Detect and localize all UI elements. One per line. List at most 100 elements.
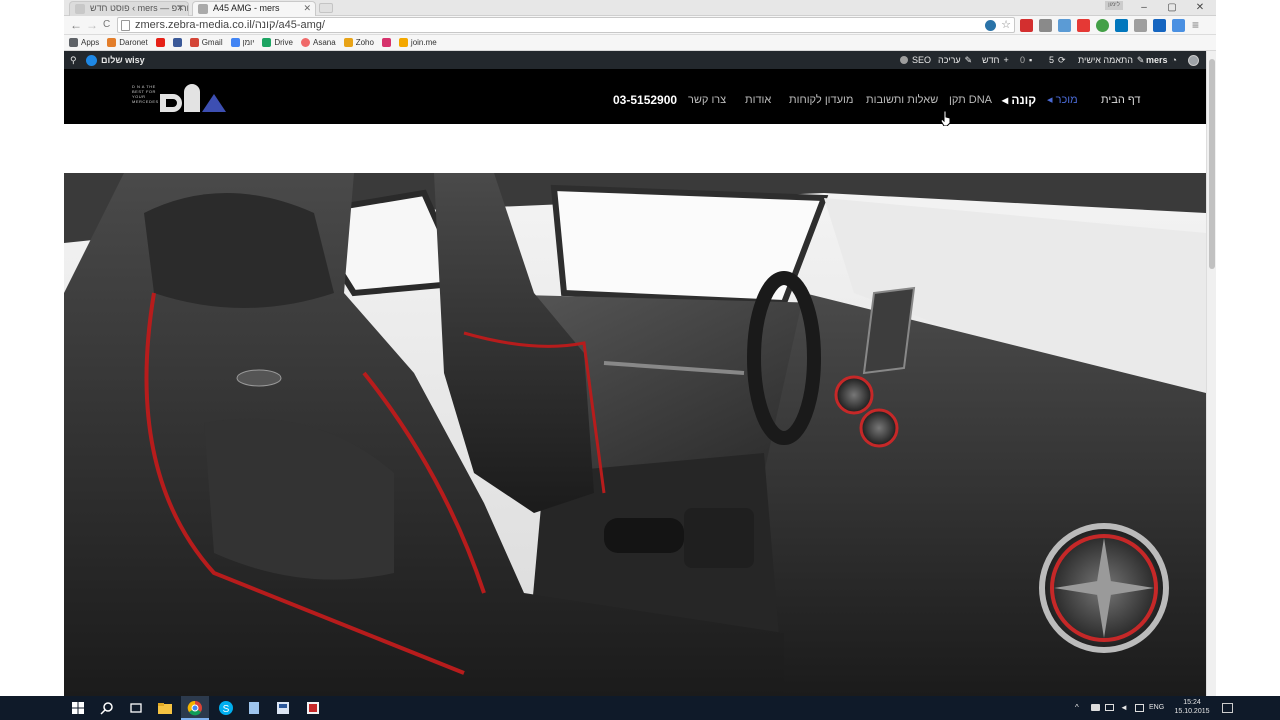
message-icon[interactable] [1135,704,1144,712]
bookmark-asana[interactable]: Asana [301,38,336,47]
svg-text:S: S [223,704,230,715]
plus-icon: + [1003,55,1009,65]
admin-search-icon[interactable]: ⚲ [70,51,77,69]
maximize-button[interactable]: ▢ [1158,0,1186,16]
browser-toolbar: ← → C zmers.zebra-media.co.il/קונה/a45-a… [64,16,1216,35]
chrome-icon [187,700,202,716]
notes-icon[interactable] [246,700,262,716]
admin-site-name[interactable]: mers ◔ [1146,51,1177,69]
wp-logo[interactable] [1188,51,1199,69]
volume-icon[interactable]: ◄ [1120,704,1128,712]
bookmark-youtube[interactable] [155,38,165,47]
language-indicator[interactable]: ENG [1149,704,1164,712]
minimize-button[interactable]: – [1130,0,1158,16]
app-icon[interactable] [275,700,291,716]
extension-icon[interactable] [1153,19,1166,32]
reload-button[interactable]: C [103,18,110,32]
wp-admin-bar: ⚲ שלום wisy SEO עריכה ✎ חדש + 0 ▪ 5 ⟳ התאמה … [64,51,1216,69]
nav-dna-kit[interactable]: תקן DNA [949,94,992,106]
seo-status-icon [900,56,908,64]
tab-a45-amg[interactable]: A45 AMG - mers ✕ [192,1,316,16]
drive-icon [262,38,272,47]
clock-date[interactable]: 15.10.2015 [1172,708,1212,716]
bookmark-daronet[interactable]: Daronet [107,38,148,47]
bookmark-joinme[interactable]: join.me [398,38,437,47]
admin-seo[interactable]: SEO [900,51,931,69]
clock-time[interactable]: 15:24 [1172,699,1212,707]
bookmark-icon [381,38,391,47]
wordpress-icon[interactable] [985,20,996,31]
nav-about[interactable]: אודות [745,94,771,106]
logo-letter-a [202,94,226,112]
url-text: zmers.zebra-media.co.il/קונה/a45-amg/ [135,19,325,31]
comment-icon: ▪ [1029,55,1033,65]
hand-cursor-icon [941,111,951,126]
bookmark-facebook[interactable] [172,38,182,47]
new-tab-button[interactable] [319,3,333,13]
nav-contact[interactable]: צרו קשר [688,94,726,106]
extension-icon[interactable] [1115,19,1128,32]
nav-phone[interactable]: 03-5152900 [613,94,677,106]
extension-icon[interactable] [1039,19,1052,32]
extension-icon[interactable] [1077,19,1090,32]
bookmark-apps[interactable]: Apps [69,38,99,47]
address-bar[interactable]: zmers.zebra-media.co.il/קונה/a45-amg/ ☆ [117,17,1015,33]
app-icon[interactable] [305,700,321,716]
extension-icon[interactable] [1134,19,1147,32]
nav-club[interactable]: מועדון לקוחות [789,94,853,106]
tab-strip: פוסט חדש ‹ mers — וורדפ ✕ A45 AMG - mers… [64,0,1216,16]
bookmark-star-icon[interactable]: ☆ [1001,18,1011,32]
wordpress-icon [1188,54,1199,66]
back-button[interactable]: ← [70,18,82,32]
extension-icon[interactable] [1058,19,1071,32]
battery-icon[interactable] [1105,704,1114,711]
bookmark-drive[interactable]: Drive [262,38,293,47]
admin-new[interactable]: חדש + [982,51,1009,69]
extension-icon[interactable] [1020,19,1033,32]
hero-image [64,173,1206,696]
bookmark-zoho[interactable]: Zoho [343,38,374,47]
tab-new-post[interactable]: פוסט חדש ‹ mers — וורדפ ✕ [69,1,189,16]
nav-faq[interactable]: שאלות ותשובות [866,94,938,106]
close-icon[interactable]: ✕ [303,2,311,15]
extension-icon[interactable] [1096,19,1109,32]
skype-icon[interactable]: S [218,700,234,716]
close-icon[interactable]: ✕ [176,2,184,15]
chevron-left-icon: ◂ [1047,94,1053,106]
task-view-icon[interactable] [128,700,144,716]
action-center-icon[interactable] [1222,703,1233,713]
avatar [86,54,97,66]
tray-show-hidden-icon[interactable]: ^ [1075,704,1079,712]
search-icon[interactable] [99,700,115,716]
admin-edit[interactable]: עריכה ✎ [938,51,972,69]
file-explorer-icon[interactable] [157,700,173,716]
extension-icon[interactable] [1172,19,1185,32]
scrollbar-thumb[interactable] [1209,59,1215,269]
admin-greeting[interactable]: שלום wisy [86,51,145,69]
youtube-icon [155,38,165,47]
taskbar-chrome[interactable] [181,696,209,720]
forward-button[interactable]: → [86,18,98,32]
page-icon [198,4,208,14]
windows-start-icon[interactable] [70,700,86,716]
nav-buyer[interactable]: ◂ קונה [1002,94,1036,106]
bookmark-pink[interactable] [381,38,391,47]
admin-updates[interactable]: 5 ⟳ [1049,51,1066,69]
profile-button[interactable]: לימון [1105,1,1123,10]
close-window-button[interactable]: ✕ [1186,0,1214,16]
page-icon [121,20,130,31]
site-logo[interactable]: D N A THE BEST FOR YOUR MERCEDES [132,84,232,112]
vertical-scrollbar[interactable] [1206,51,1216,696]
bookmark-gmail[interactable]: Gmail [189,38,223,47]
page-spacer [64,124,1206,173]
admin-customize[interactable]: התאמה אישית ✎ [1078,51,1144,69]
nav-seller[interactable]: ◂ מוכר [1047,94,1078,106]
menu-icon[interactable]: ≡ [1192,18,1199,32]
network-icon[interactable] [1091,704,1100,711]
bookmark-calendar[interactable]: יומן [230,38,254,47]
nav-home[interactable]: דף הבית [1101,94,1140,106]
apps-icon [69,38,78,47]
admin-comments[interactable]: 0 ▪ [1020,51,1032,69]
updates-icon: ⟳ [1058,54,1066,65]
facebook-icon [172,38,182,47]
